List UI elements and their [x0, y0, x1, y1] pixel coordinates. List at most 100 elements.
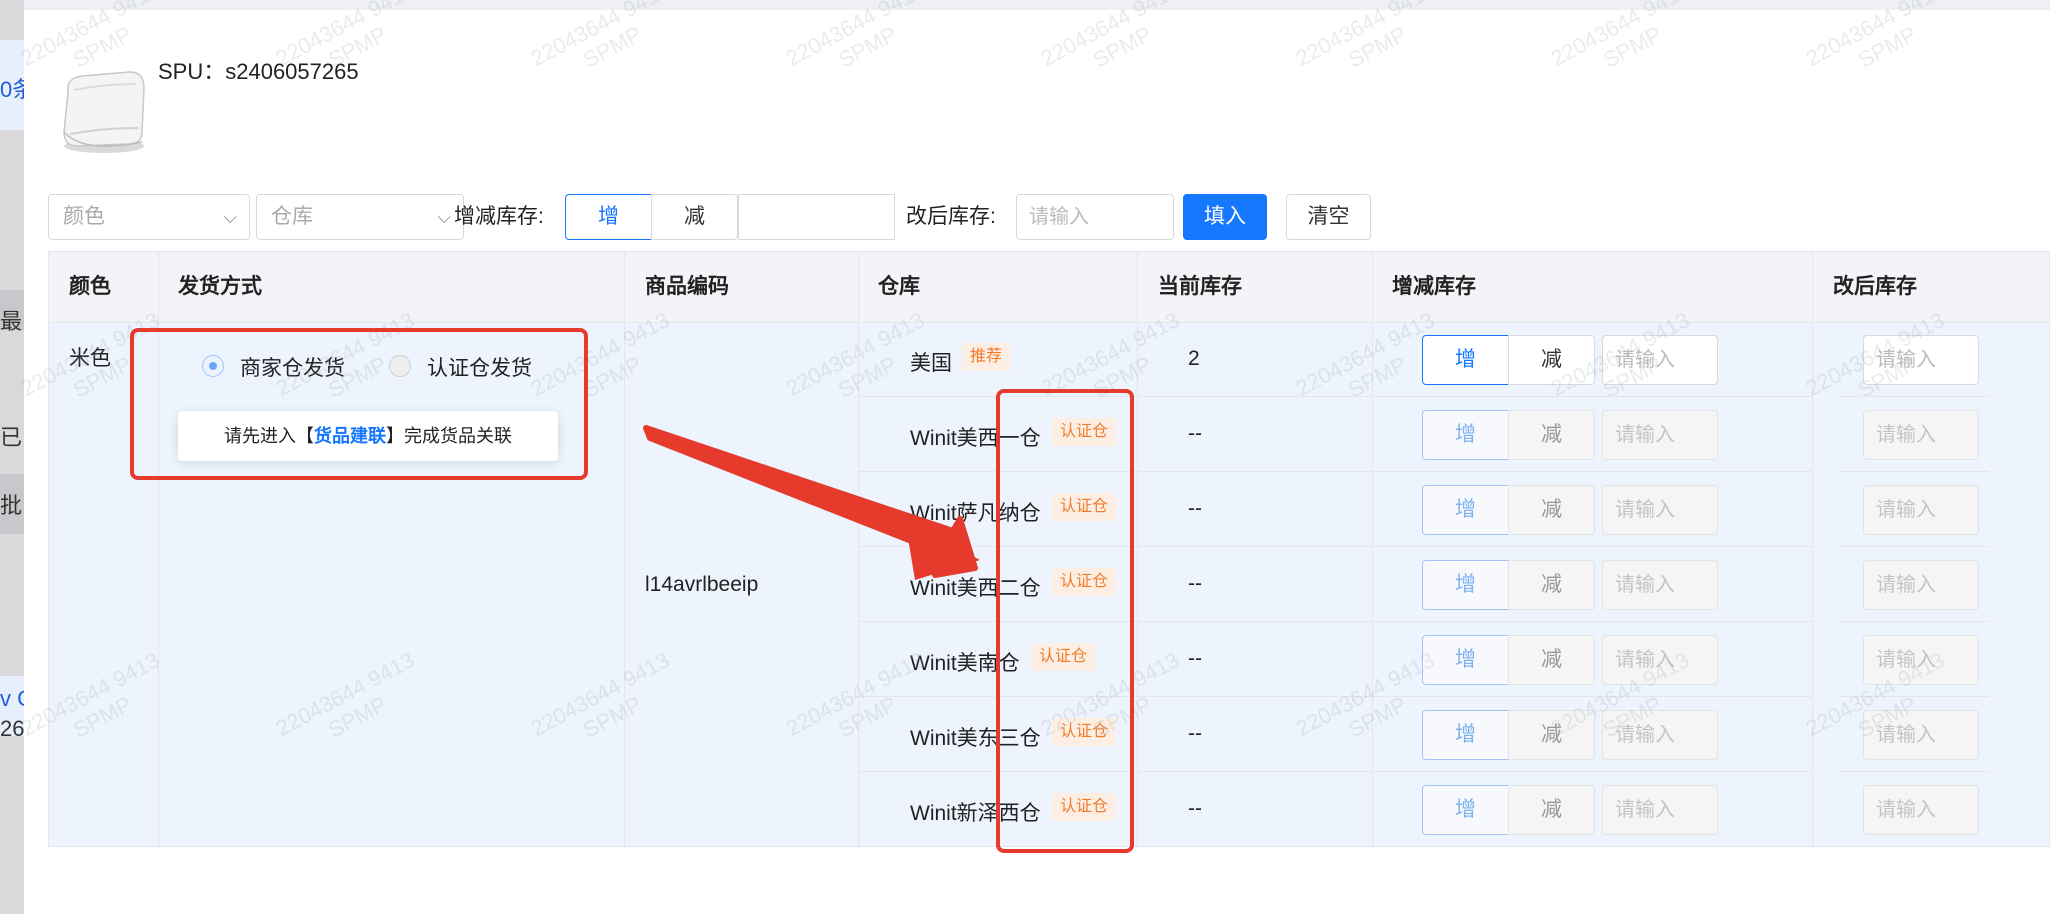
- background-text: 0条: [0, 77, 24, 102]
- recommended-tag: 推荐: [962, 343, 1011, 371]
- adjust-input[interactable]: 请输入: [1602, 335, 1718, 385]
- adjust-stock-label: 增减库存:: [454, 205, 544, 228]
- stock-table: 颜色 发货方式 商品编码 仓库 当前库存 增减库存 改后库存 米色 商家仓发货 …: [48, 251, 2050, 848]
- warehouse-name: Winit美南仓: [910, 652, 1020, 675]
- row-divider: [858, 771, 1812, 772]
- chevron-down-icon: ⌵: [437, 207, 451, 227]
- row-divider: [1839, 621, 1989, 622]
- background-window: 0条 最 已 批 v C 26: [0, 0, 24, 914]
- decrease-button[interactable]: 减: [1508, 485, 1595, 535]
- increase-button[interactable]: 增: [1422, 710, 1509, 760]
- clear-button[interactable]: 清空: [1286, 194, 1371, 240]
- header-after-stock: 改后库存: [1833, 275, 1917, 298]
- decrease-button[interactable]: 减: [1508, 635, 1595, 685]
- goods-link-tooltip: 请先进入【货品建联】完成货品关联: [178, 411, 558, 461]
- tooltip-prefix: 请先进入【: [224, 426, 314, 446]
- warehouse-name: Winit新泽西仓: [910, 802, 1041, 825]
- background-text: 最: [0, 309, 23, 334]
- toolbar-after-input[interactable]: 请输入: [1016, 194, 1174, 240]
- decrease-button[interactable]: 减: [1508, 410, 1595, 460]
- decrease-button[interactable]: 减: [1508, 335, 1595, 385]
- after-stock-input[interactable]: 请输入: [1863, 785, 1979, 835]
- current-stock: --: [1188, 422, 1202, 445]
- toolbar-decrease-button[interactable]: 减: [651, 194, 738, 240]
- after-stock-input[interactable]: 请输入: [1863, 485, 1979, 535]
- adjust-input[interactable]: 请输入: [1602, 410, 1718, 460]
- warehouse-name: Winit萨凡纳仓: [910, 502, 1041, 525]
- column-divider: [858, 252, 859, 848]
- row-divider: [858, 546, 1812, 547]
- header-current-stock: 当前库存: [1158, 275, 1242, 298]
- row-divider: [858, 621, 1812, 622]
- stock-edit-panel: SPU：s2406057265 颜色 ⌵ 仓库 ⌵ 增减库存: 增 减 改后库存…: [24, 0, 2050, 914]
- current-stock: 2: [1188, 347, 1200, 370]
- adjust-input[interactable]: 请输入: [1602, 560, 1718, 610]
- decrease-button[interactable]: 减: [1508, 710, 1595, 760]
- certified-tag: 认证仓: [1052, 418, 1117, 446]
- after-stock-input[interactable]: 请输入: [1863, 710, 1979, 760]
- column-divider: [1137, 252, 1138, 848]
- adjust-input[interactable]: 请输入: [1602, 485, 1718, 535]
- current-stock: --: [1188, 797, 1202, 820]
- row-divider: [1839, 696, 1989, 697]
- row-divider: [858, 471, 1812, 472]
- spu-label: SPU：s2406057265: [158, 59, 359, 84]
- decrease-button[interactable]: 减: [1508, 785, 1595, 835]
- column-divider: [624, 252, 625, 848]
- adjust-input[interactable]: 请输入: [1602, 785, 1718, 835]
- goods-link[interactable]: 货品建联: [314, 426, 386, 446]
- warehouse-select-placeholder: 仓库: [271, 205, 313, 228]
- column-divider: [1372, 252, 1373, 848]
- header-product-code: 商品编码: [645, 275, 729, 298]
- certified-tag: 认证仓: [1031, 643, 1096, 671]
- after-stock-input[interactable]: 请输入: [1863, 410, 1979, 460]
- warehouse-select[interactable]: 仓库 ⌵: [256, 194, 464, 240]
- color-select-placeholder: 颜色: [63, 205, 105, 228]
- radio-merchant-warehouse-label: 商家仓发货: [240, 357, 345, 380]
- tooltip-suffix: 】完成货品关联: [386, 426, 512, 446]
- current-stock: --: [1188, 572, 1202, 595]
- certified-tag: 认证仓: [1052, 568, 1117, 596]
- adjust-input[interactable]: 请输入: [1602, 710, 1718, 760]
- row-divider: [858, 396, 1812, 397]
- fill-button[interactable]: 填入: [1183, 194, 1267, 240]
- chevron-down-icon: ⌵: [223, 207, 237, 227]
- warehouse-name: Winit美西一仓: [910, 427, 1041, 450]
- background-text: 26: [0, 716, 24, 741]
- adjust-input[interactable]: 请输入: [1602, 635, 1718, 685]
- radio-certified-warehouse-label: 认证仓发货: [427, 357, 532, 380]
- certified-tag: 认证仓: [1052, 793, 1117, 821]
- background-text: 批: [0, 493, 23, 518]
- decrease-button[interactable]: 减: [1508, 560, 1595, 610]
- increase-button[interactable]: 增: [1422, 785, 1509, 835]
- increase-button[interactable]: 增: [1422, 635, 1509, 685]
- header-warehouse: 仓库: [878, 275, 920, 298]
- after-stock-input[interactable]: 请输入: [1863, 560, 1979, 610]
- radio-merchant-warehouse[interactable]: [202, 355, 224, 377]
- increase-button[interactable]: 增: [1422, 410, 1509, 460]
- warehouse-name: Winit美西二仓: [910, 577, 1041, 600]
- product-thumbnail: [63, 71, 145, 153]
- increase-button[interactable]: 增: [1422, 560, 1509, 610]
- panel-top-band: [24, 0, 2050, 10]
- increase-button[interactable]: 增: [1422, 485, 1509, 535]
- table-header: 颜色 发货方式 商品编码 仓库 当前库存 增减库存 改后库存: [49, 252, 2049, 323]
- color-select[interactable]: 颜色 ⌵: [48, 194, 250, 240]
- product-code: l14avrlbeeip: [645, 573, 759, 596]
- row-divider: [1839, 771, 1989, 772]
- header-color: 颜色: [69, 275, 111, 298]
- header-adjust-stock: 增减库存: [1392, 275, 1476, 298]
- after-stock-input[interactable]: 请输入: [1863, 635, 1979, 685]
- radio-certified-warehouse[interactable]: [389, 355, 411, 377]
- toolbar-adjust-input[interactable]: [738, 194, 895, 240]
- current-stock: --: [1188, 647, 1202, 670]
- increase-button[interactable]: 增: [1422, 335, 1509, 385]
- certified-tag: 认证仓: [1052, 493, 1117, 521]
- color-value: 米色: [69, 347, 111, 370]
- row-divider: [1839, 471, 1989, 472]
- after-stock-input[interactable]: 请输入: [1863, 335, 1979, 385]
- current-stock: --: [1188, 497, 1202, 520]
- warehouse-name: 美国: [910, 352, 952, 375]
- row-divider: [1839, 396, 1989, 397]
- toolbar-increase-button[interactable]: 增: [565, 194, 652, 240]
